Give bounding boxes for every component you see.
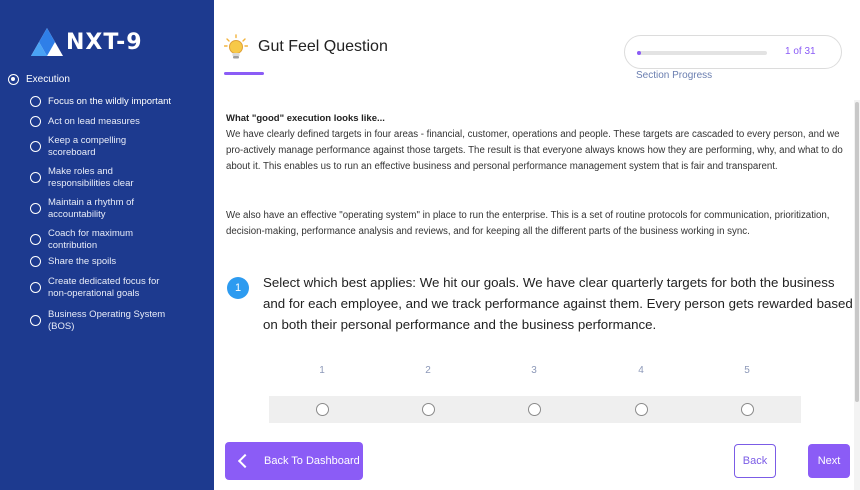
sidebar-item-label: Maintain a rhythm of accountability xyxy=(48,197,135,220)
sidebar-item-dedicated-focus[interactable]: Create dedicated focus for non-operation… xyxy=(30,276,210,309)
selected-radio-icon xyxy=(8,74,19,85)
sidebar-section-label: Execution xyxy=(26,74,70,85)
intro-paragraph-1: We have clearly defined targets in four … xyxy=(226,129,843,173)
sidebar-item-label: Act on lead measures xyxy=(48,116,140,127)
title-underline xyxy=(224,72,264,75)
intro-title: What "good" execution looks like... xyxy=(226,113,385,124)
radio-icon xyxy=(30,96,41,107)
sidebar-item-label: Focus on the wildly important xyxy=(48,96,172,107)
scale-label: 5 xyxy=(744,365,750,376)
scale-label: 1 xyxy=(319,365,325,376)
rating-options xyxy=(269,396,801,423)
scale-label: 3 xyxy=(531,365,537,376)
rating-option-4[interactable] xyxy=(634,403,648,416)
lightbulb-icon xyxy=(224,34,248,59)
question-number-badge: 1 xyxy=(227,277,249,299)
sidebar-item-label: Make roles and responsibilities clear xyxy=(48,166,134,189)
radio-icon xyxy=(30,282,41,293)
back-to-dashboard-button[interactable]: Back To Dashboard xyxy=(225,442,363,480)
scale-label: 2 xyxy=(425,365,431,376)
progress-track xyxy=(637,51,767,55)
progress-count: 1 of 31 xyxy=(785,46,816,57)
radio-icon xyxy=(30,315,41,326)
sidebar-section-execution[interactable]: Execution xyxy=(8,74,70,85)
radio-icon xyxy=(30,172,41,183)
logo-mark-icon xyxy=(31,28,63,56)
brand-name: NXT-9 xyxy=(66,29,143,55)
sidebar-item-rhythm[interactable]: Maintain a rhythm of accountability xyxy=(30,197,210,228)
sidebar-item-label: Share the spoils xyxy=(48,256,117,267)
sidebar-nav-list: Focus on the wildly important Act on lea… xyxy=(30,96,210,337)
sidebar-item-label: Coach for maximum contribution xyxy=(48,228,133,251)
back-to-dashboard-label: Back To Dashboard xyxy=(264,455,360,467)
radio-icon xyxy=(30,116,41,127)
rating-option-1[interactable] xyxy=(315,403,329,416)
scale-label: 4 xyxy=(638,365,644,376)
sidebar-item-bos[interactable]: Business Operating System (BOS) xyxy=(30,309,210,337)
question-text: Select which best applies: We hit our go… xyxy=(263,275,853,332)
sidebar-item-lead-measures[interactable]: Act on lead measures xyxy=(30,116,210,135)
sidebar-item-coach[interactable]: Coach for maximum contribution xyxy=(30,228,210,256)
sidebar-item-label: Keep a compelling scoreboard xyxy=(48,135,127,158)
rating-option-5[interactable] xyxy=(740,403,754,416)
radio-icon xyxy=(30,141,41,152)
back-button[interactable]: Back xyxy=(734,444,776,478)
sidebar-item-focus[interactable]: Focus on the wildly important xyxy=(30,96,210,116)
page-title: Gut Feel Question xyxy=(258,38,388,55)
rating-option-3[interactable] xyxy=(527,403,541,416)
scale-labels: 1 2 3 4 5 xyxy=(269,365,801,381)
scrollbar[interactable] xyxy=(854,100,860,490)
sidebar-item-label: Business Operating System (BOS) xyxy=(48,309,166,332)
chevron-left-icon xyxy=(237,453,253,469)
rating-option-2[interactable] xyxy=(421,403,435,416)
next-button[interactable]: Next xyxy=(808,444,850,478)
sidebar: NXT-9 Execution Focus on the wildly impo… xyxy=(0,0,214,490)
brand-logo: NXT-9 xyxy=(30,26,143,58)
radio-icon xyxy=(30,256,41,267)
sidebar-item-roles[interactable]: Make roles and responsibilities clear xyxy=(30,166,210,197)
scrollbar-thumb[interactable] xyxy=(855,102,859,402)
progress-fill xyxy=(637,51,642,55)
radio-icon xyxy=(30,234,41,245)
sidebar-item-label: Create dedicated focus for non-operation… xyxy=(48,276,160,299)
app: NXT-9 Execution Focus on the wildly impo… xyxy=(0,0,860,490)
sidebar-item-scoreboard[interactable]: Keep a compelling scoreboard xyxy=(30,135,210,166)
question-panel: What "good" execution looks like... We h… xyxy=(214,100,854,490)
sidebar-item-share-spoils[interactable]: Share the spoils xyxy=(30,256,210,276)
page-header: Gut Feel Question 1 of 31 Section Progre… xyxy=(214,10,860,100)
section-progress: 1 of 31 xyxy=(624,35,842,69)
progress-label: Section Progress xyxy=(636,70,713,81)
radio-icon xyxy=(30,203,41,214)
intro-paragraph-2: We also have an effective "operating sys… xyxy=(226,210,830,238)
